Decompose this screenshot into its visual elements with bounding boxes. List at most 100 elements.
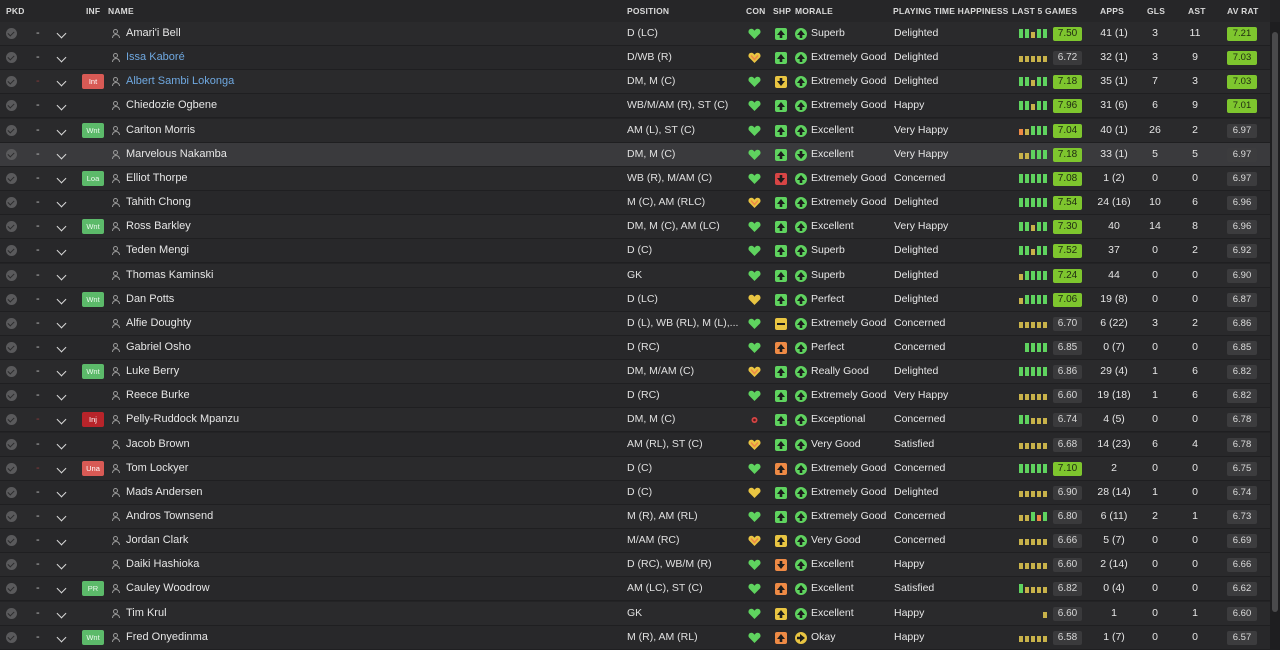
info-badge[interactable]: Wnt <box>82 291 104 307</box>
picked-check-icon[interactable] <box>6 76 17 88</box>
chevron-down-icon[interactable] <box>56 245 67 256</box>
col-morale[interactable]: MORALE <box>795 6 833 16</box>
player-name[interactable]: Jacob Brown <box>126 433 190 456</box>
player-name[interactable]: Tim Krul <box>126 602 167 625</box>
player-name[interactable]: Elliot Thorpe <box>126 167 188 190</box>
table-row[interactable]: - Gabriel Osho D (RC) Perfect Concerned 6.85 0… <box>0 335 1270 360</box>
table-row[interactable]: - Marvelous Nakamba DM, M (C) Excellent Very… <box>0 142 1270 167</box>
player-name[interactable]: Alfie Doughty <box>126 312 191 335</box>
table-row[interactable]: - Chiedozie Ogbene WB/M/AM (R), ST (C) Extr… <box>0 94 1270 119</box>
player-name[interactable]: Andros Townsend <box>126 505 213 528</box>
picked-check-icon[interactable] <box>6 438 17 450</box>
picked-check-icon[interactable] <box>6 631 17 643</box>
player-name[interactable]: Jordan Clark <box>126 529 188 552</box>
table-row[interactable]: - Wnt Luke Berry DM, M/AM (C) Really Good Del… <box>0 360 1270 385</box>
chevron-down-icon[interactable] <box>56 76 67 87</box>
picked-check-icon[interactable] <box>6 172 17 184</box>
chevron-down-icon[interactable] <box>56 52 67 63</box>
player-name[interactable]: Albert Sambi Lokonga <box>126 70 234 93</box>
chevron-down-icon[interactable] <box>56 342 67 353</box>
chevron-down-icon[interactable] <box>56 100 67 111</box>
info-badge[interactable]: Una <box>82 460 104 476</box>
picked-check-icon[interactable] <box>6 245 17 257</box>
col-playing-time[interactable]: PLAYING TIME HAPPINESS <box>893 6 1009 16</box>
chevron-down-icon[interactable] <box>56 632 67 643</box>
player-name[interactable]: Reece Burke <box>126 384 190 407</box>
picked-check-icon[interactable] <box>6 511 17 522</box>
picked-check-icon[interactable] <box>6 293 17 305</box>
player-name[interactable]: Thomas Kaminski <box>126 264 213 287</box>
table-row[interactable]: - Loa Elliot Thorpe WB (R), M/AM (C) Extreme… <box>0 166 1270 191</box>
chevron-down-icon[interactable] <box>56 583 67 594</box>
table-row[interactable]: - Wnt Dan Potts D (LC) Perfect Delighted 7.06 1… <box>0 287 1270 312</box>
chevron-down-icon[interactable] <box>56 125 67 136</box>
table-row[interactable]: - Thomas Kaminski GK Superb Delighted 7.24 44 0… <box>0 263 1270 288</box>
info-badge[interactable]: Int <box>82 74 104 90</box>
picked-check-icon[interactable] <box>6 124 17 136</box>
table-row[interactable]: - Jacob Brown AM (RL), ST (C) Very Good Sati… <box>0 432 1270 457</box>
table-row[interactable]: - Tahith Chong M (C), AM (RLC) Extremely Go… <box>0 191 1270 216</box>
chevron-down-icon[interactable] <box>56 318 67 329</box>
player-name[interactable]: Cauley Woodrow <box>126 577 210 600</box>
info-badge[interactable]: Wnt <box>82 122 104 138</box>
col-pkd[interactable]: PKD <box>6 6 25 16</box>
col-con[interactable]: CON <box>746 6 766 16</box>
picked-check-icon[interactable] <box>6 269 17 281</box>
table-row[interactable]: - PR Cauley Woodrow AM (LC), ST (C) Excellen… <box>0 577 1270 602</box>
chevron-down-icon[interactable] <box>56 173 67 184</box>
player-name[interactable]: Teden Mengi <box>126 239 189 262</box>
table-row[interactable]: - Wnt Ross Barkley DM, M (C), AM (LC) Excell… <box>0 215 1270 240</box>
player-name[interactable]: Mads Andersen <box>126 481 202 504</box>
info-badge[interactable]: Wnt <box>82 219 104 235</box>
picked-check-icon[interactable] <box>6 148 17 160</box>
table-row[interactable]: - Amari'i Bell D (LC) Superb Delighted 7.50 41… <box>0 22 1270 46</box>
col-ast[interactable]: AST <box>1188 6 1206 16</box>
player-name[interactable]: Dan Potts <box>126 288 174 311</box>
col-shp[interactable]: SHP <box>773 6 791 16</box>
col-apps[interactable]: APPS <box>1100 6 1124 16</box>
chevron-down-icon[interactable] <box>56 28 67 39</box>
chevron-down-icon[interactable] <box>56 197 67 208</box>
chevron-down-icon[interactable] <box>56 487 67 498</box>
player-name[interactable]: Luke Berry <box>126 360 179 383</box>
info-badge[interactable]: PR <box>82 581 104 597</box>
chevron-down-icon[interactable] <box>56 221 67 232</box>
chevron-down-icon[interactable] <box>56 463 67 474</box>
col-inf[interactable]: INF <box>86 6 100 16</box>
col-last-5[interactable]: LAST 5 GAMES <box>1012 6 1077 16</box>
table-row[interactable]: - Inj Pelly-Ruddock Mpanzu DM, M (C) Excepti… <box>0 408 1270 433</box>
table-row[interactable]: - Andros Townsend M (R), AM (RL) Extremely … <box>0 505 1270 529</box>
player-name[interactable]: Daiki Hashioka <box>126 553 199 576</box>
table-row[interactable]: - Wnt Carlton Morris AM (L), ST (C) Excellen… <box>0 118 1270 143</box>
picked-check-icon[interactable] <box>6 535 17 547</box>
picked-check-icon[interactable] <box>6 486 17 498</box>
player-name[interactable]: Tahith Chong <box>126 191 191 214</box>
player-name[interactable]: Ross Barkley <box>126 215 191 238</box>
info-badge[interactable]: Loa <box>82 170 104 186</box>
picked-check-icon[interactable] <box>6 341 17 353</box>
player-name[interactable]: Gabriel Osho <box>126 336 191 359</box>
picked-check-icon[interactable] <box>6 366 17 378</box>
picked-check-icon[interactable] <box>6 414 17 426</box>
picked-check-icon[interactable] <box>6 221 17 233</box>
table-row[interactable]: - Issa Kaboré D/WB (R) Extremely Good Deligh… <box>0 46 1270 71</box>
col-name[interactable]: NAME <box>108 6 134 16</box>
player-name[interactable]: Carlton Morris <box>126 119 195 142</box>
chevron-down-icon[interactable] <box>56 608 67 619</box>
picked-check-icon[interactable] <box>6 559 17 571</box>
chevron-down-icon[interactable] <box>56 559 67 570</box>
scrollbar-thumb[interactable] <box>1272 32 1278 612</box>
table-row[interactable]: - Daiki Hashioka D (RC), WB/M (R) Excellent… <box>0 553 1270 578</box>
table-row[interactable]: - Jordan Clark M/AM (RC) Very Good Concerned… <box>0 529 1270 554</box>
player-name[interactable]: Issa Kaboré <box>126 46 185 69</box>
col-position[interactable]: POSITION <box>627 6 669 16</box>
chevron-down-icon[interactable] <box>56 294 67 305</box>
scrollbar[interactable] <box>1270 22 1280 650</box>
chevron-down-icon[interactable] <box>56 270 67 280</box>
picked-check-icon[interactable] <box>6 52 17 64</box>
chevron-down-icon[interactable] <box>56 414 67 425</box>
col-gls[interactable]: GLS <box>1147 6 1165 16</box>
picked-check-icon[interactable] <box>6 100 17 112</box>
player-name[interactable]: Amari'i Bell <box>126 22 181 45</box>
table-row[interactable]: - Teden Mengi D (C) Superb Delighted 7.52 37 0 2… <box>0 239 1270 264</box>
